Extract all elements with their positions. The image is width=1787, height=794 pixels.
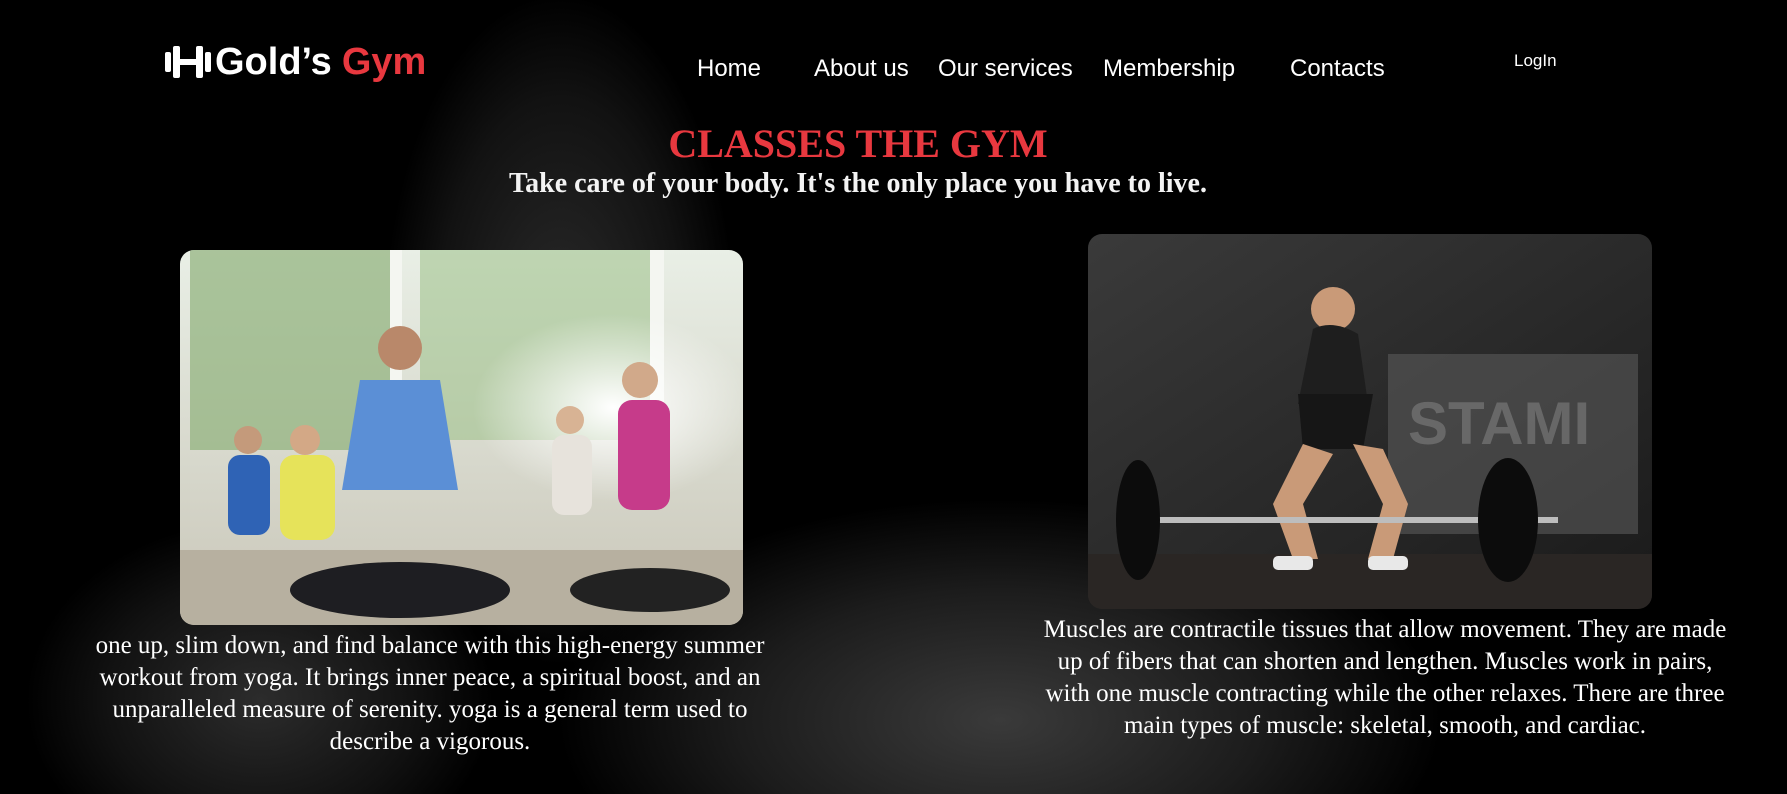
dumbbell-icon: [165, 46, 211, 78]
yoga-class-photo: [180, 250, 743, 625]
nav-item-our-services[interactable]: Our services: [938, 55, 1073, 83]
muscles-description: Muscles are contractile tissues that all…: [1043, 616, 1727, 739]
nav-item-home[interactable]: Home: [697, 55, 761, 83]
login-link[interactable]: LogIn: [1514, 51, 1557, 71]
brand-logo[interactable]: Gold’s Gym: [163, 40, 426, 84]
brand-name-accent: Gym: [341, 41, 427, 83]
svg-text:STAMI: STAMI: [1408, 390, 1590, 457]
brand-name: Gold’s: [215, 41, 332, 83]
nav-item-about-us[interactable]: About us: [814, 55, 909, 83]
yoga-description: one up, slim down, and find balance with…: [95, 632, 765, 755]
deadlift-woman-photo: STAMI: [1088, 234, 1652, 609]
page-subtitle: Take care of your body. It's the only pl…: [509, 168, 1207, 199]
nav-item-contacts[interactable]: Contacts: [1290, 55, 1385, 83]
page-title: CLASSES THE GYM: [668, 121, 1048, 166]
nav-item-membership[interactable]: Membership: [1103, 55, 1235, 83]
